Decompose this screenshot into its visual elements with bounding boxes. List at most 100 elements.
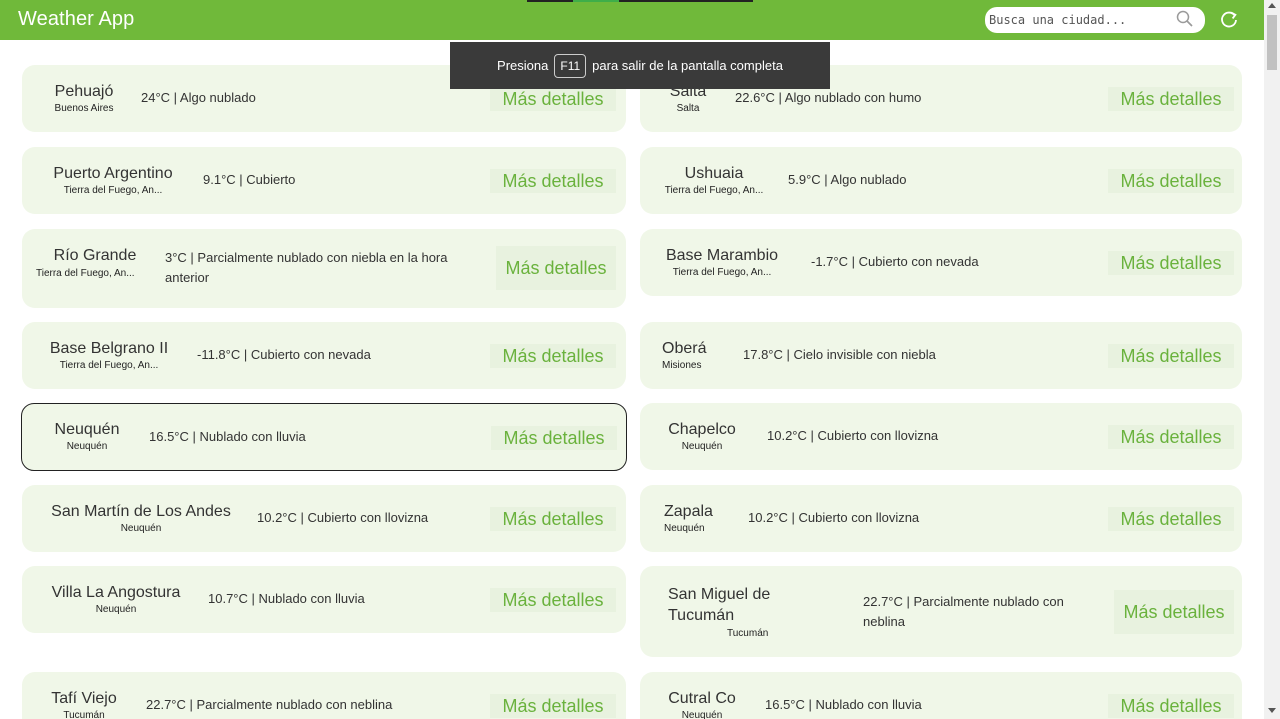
city-region: Buenos Aires — [54, 103, 114, 114]
city-name-block: Pehuajó Buenos Aires — [38, 83, 130, 114]
city-name: Río Grande — [53, 247, 137, 264]
city-name-block: Río Grande Tierra del Fuego, An... — [36, 247, 154, 279]
city-name-block: Ushuaia Tierra del Fuego, An... — [650, 165, 778, 196]
city-region: Tierra del Fuego, An... — [63, 185, 163, 196]
city-region: Tierra del Fuego, An... — [664, 185, 764, 196]
weather-summary: -1.7°C | Cubierto con nevada — [811, 254, 979, 269]
weather-summary: 24°C | Algo nublado — [141, 90, 256, 105]
city-name-block: Base Belgrano II Tierra del Fuego, An... — [49, 340, 169, 371]
city-name-block: Zapala Neuquén — [664, 503, 724, 534]
city-card[interactable]: Chapelco Neuquén 10.2°C | Cubierto con l… — [640, 403, 1242, 470]
weather-summary: 10.2°C | Cubierto con llovizna — [748, 510, 920, 525]
city-card[interactable]: Base Marambio Tierra del Fuego, An... -1… — [640, 229, 1242, 296]
more-details-button[interactable]: Más detalles — [496, 246, 616, 290]
window-edge-marker-accent — [573, 0, 619, 2]
more-details-button[interactable]: Más detalles — [490, 344, 616, 368]
city-region: Tucumán — [63, 710, 105, 719]
weather-summary: 10.2°C | Cubierto con llovizna — [257, 510, 429, 525]
weather-summary: 10.2°C | Cubierto con llovizna — [767, 428, 939, 443]
city-name: San Martín de Los Andes — [51, 503, 231, 520]
refresh-icon[interactable] — [1218, 9, 1240, 31]
city-name-block: Base Marambio Tierra del Fuego, An... — [664, 247, 780, 278]
weather-summary: 9.1°C | Cubierto — [203, 172, 296, 187]
city-name: Zapala — [664, 503, 713, 520]
city-name: Puerto Argentino — [53, 165, 173, 182]
weather-summary: 3°C | Parcialmente nublado con niebla en… — [165, 250, 448, 285]
city-name-block: Neuquén Neuquén — [44, 421, 130, 452]
city-region: Neuquén — [681, 710, 723, 719]
scroll-down-arrow-icon[interactable] — [1268, 708, 1276, 713]
toast-text-after: para salir de la pantalla completa — [592, 58, 783, 73]
window-edge-marker — [527, 0, 753, 2]
city-region: Neuquén — [95, 604, 137, 615]
city-card[interactable]: Puerto Argentino Tierra del Fuego, An...… — [22, 147, 626, 214]
city-region: Neuquén — [66, 441, 108, 452]
weather-summary: 17.8°C | Cielo invisible con niebla — [743, 347, 936, 362]
city-region: Neuquén — [681, 441, 723, 452]
city-name: Base Belgrano II — [49, 340, 169, 357]
city-name-block: San Martín de Los Andes Neuquén — [48, 503, 234, 534]
city-name: Tafí Viejo — [51, 690, 117, 707]
city-card[interactable]: Base Belgrano II Tierra del Fuego, An...… — [22, 322, 626, 389]
city-name-block: Oberá Misiones — [662, 340, 722, 371]
scroll-up-arrow-icon[interactable] — [1268, 3, 1276, 8]
city-card[interactable]: San Miguel de Tucumán Tucumán 22.7°C | P… — [640, 566, 1242, 657]
more-details-button[interactable]: Más detalles — [1108, 169, 1234, 193]
more-details-button[interactable]: Más detalles — [490, 694, 616, 718]
city-name-block: Cutral Co Neuquén — [664, 690, 740, 719]
city-card[interactable]: San Martín de Los Andes Neuquén 10.2°C |… — [22, 485, 626, 552]
city-name: Chapelco — [668, 421, 736, 438]
city-region: Tierra del Fuego, An... — [36, 268, 135, 279]
scrollbar-thumb[interactable] — [1267, 15, 1277, 70]
more-details-button[interactable]: Más detalles — [1108, 251, 1234, 275]
weather-summary: 10.7°C | Nublado con lluvia — [208, 591, 365, 606]
city-name: Villa La Angostura — [51, 584, 181, 601]
city-name: Base Marambio — [665, 247, 779, 264]
city-region: Misiones — [662, 360, 702, 371]
more-details-button[interactable]: Más detalles — [490, 588, 616, 612]
toast-text-before: Presiona — [497, 58, 549, 73]
city-region: Neuquén — [664, 523, 705, 534]
weather-summary: -11.8°C | Cubierto con nevada — [197, 347, 371, 362]
city-name: Neuquén — [54, 421, 120, 438]
search-icon[interactable] — [1175, 9, 1195, 29]
weather-summary: 22.7°C | Parcialmente nublado con neblin… — [146, 697, 393, 712]
more-details-button[interactable]: Más detalles — [1114, 590, 1234, 634]
weather-summary: 5.9°C | Algo nublado — [788, 172, 907, 187]
city-name-block: Tafí Viejo Tucumán — [48, 690, 120, 719]
more-details-button[interactable]: Más detalles — [490, 87, 616, 111]
weather-summary: 22.7°C | Parcialmente nublado con neblin… — [863, 594, 1064, 629]
city-region: Tierra del Fuego, An... — [672, 267, 772, 278]
more-details-button[interactable]: Más detalles — [491, 426, 617, 450]
more-details-button[interactable]: Más detalles — [1108, 425, 1234, 449]
more-details-button[interactable]: Más detalles — [1108, 344, 1234, 368]
more-details-button[interactable]: Más detalles — [1108, 507, 1234, 531]
city-name-block: Villa La Angostura Neuquén — [48, 584, 184, 615]
city-name-block: San Miguel de Tucumán Tucumán — [668, 584, 788, 639]
more-details-button[interactable]: Más detalles — [490, 169, 616, 193]
city-card-selected[interactable]: Neuquén Neuquén 16.5°C | Nublado con llu… — [21, 403, 627, 471]
city-card[interactable]: Tafí Viejo Tucumán 22.7°C | Parcialmente… — [22, 672, 626, 719]
city-card[interactable]: Zapala Neuquén 10.2°C | Cubierto con llo… — [640, 485, 1242, 552]
city-card[interactable]: Ushuaia Tierra del Fuego, An... 5.9°C | … — [640, 147, 1242, 214]
city-card[interactable]: Cutral Co Neuquén 16.5°C | Nublado con l… — [640, 672, 1242, 719]
more-details-button[interactable]: Más detalles — [1108, 87, 1234, 111]
app-title: Weather App — [18, 8, 135, 30]
search-input[interactable] — [989, 10, 1169, 30]
city-region: Tierra del Fuego, An... — [59, 360, 159, 371]
weather-summary: 16.5°C | Nublado con lluvia — [149, 429, 306, 444]
weather-summary: 22.6°C | Algo nublado con humo — [735, 90, 922, 105]
weather-summary: 16.5°C | Nublado con lluvia — [765, 697, 922, 712]
city-card[interactable]: Villa La Angostura Neuquén 10.7°C | Nubl… — [22, 566, 626, 633]
more-details-button[interactable]: Más detalles — [490, 507, 616, 531]
city-card[interactable]: Río Grande Tierra del Fuego, An... 3°C |… — [22, 229, 626, 308]
city-card[interactable]: Oberá Misiones 17.8°C | Cielo invisible … — [640, 322, 1242, 389]
f11-key-badge: F11 — [554, 53, 587, 78]
city-name: Pehuajó — [54, 83, 114, 100]
city-name: San Miguel de Tucumán — [668, 586, 771, 624]
city-name: Cutral Co — [668, 690, 736, 707]
search-box[interactable] — [985, 7, 1205, 33]
more-details-button[interactable]: Más detalles — [1108, 694, 1234, 718]
vertical-scrollbar[interactable] — [1264, 0, 1280, 719]
city-name-block: Puerto Argentino Tierra del Fuego, An... — [50, 165, 176, 196]
